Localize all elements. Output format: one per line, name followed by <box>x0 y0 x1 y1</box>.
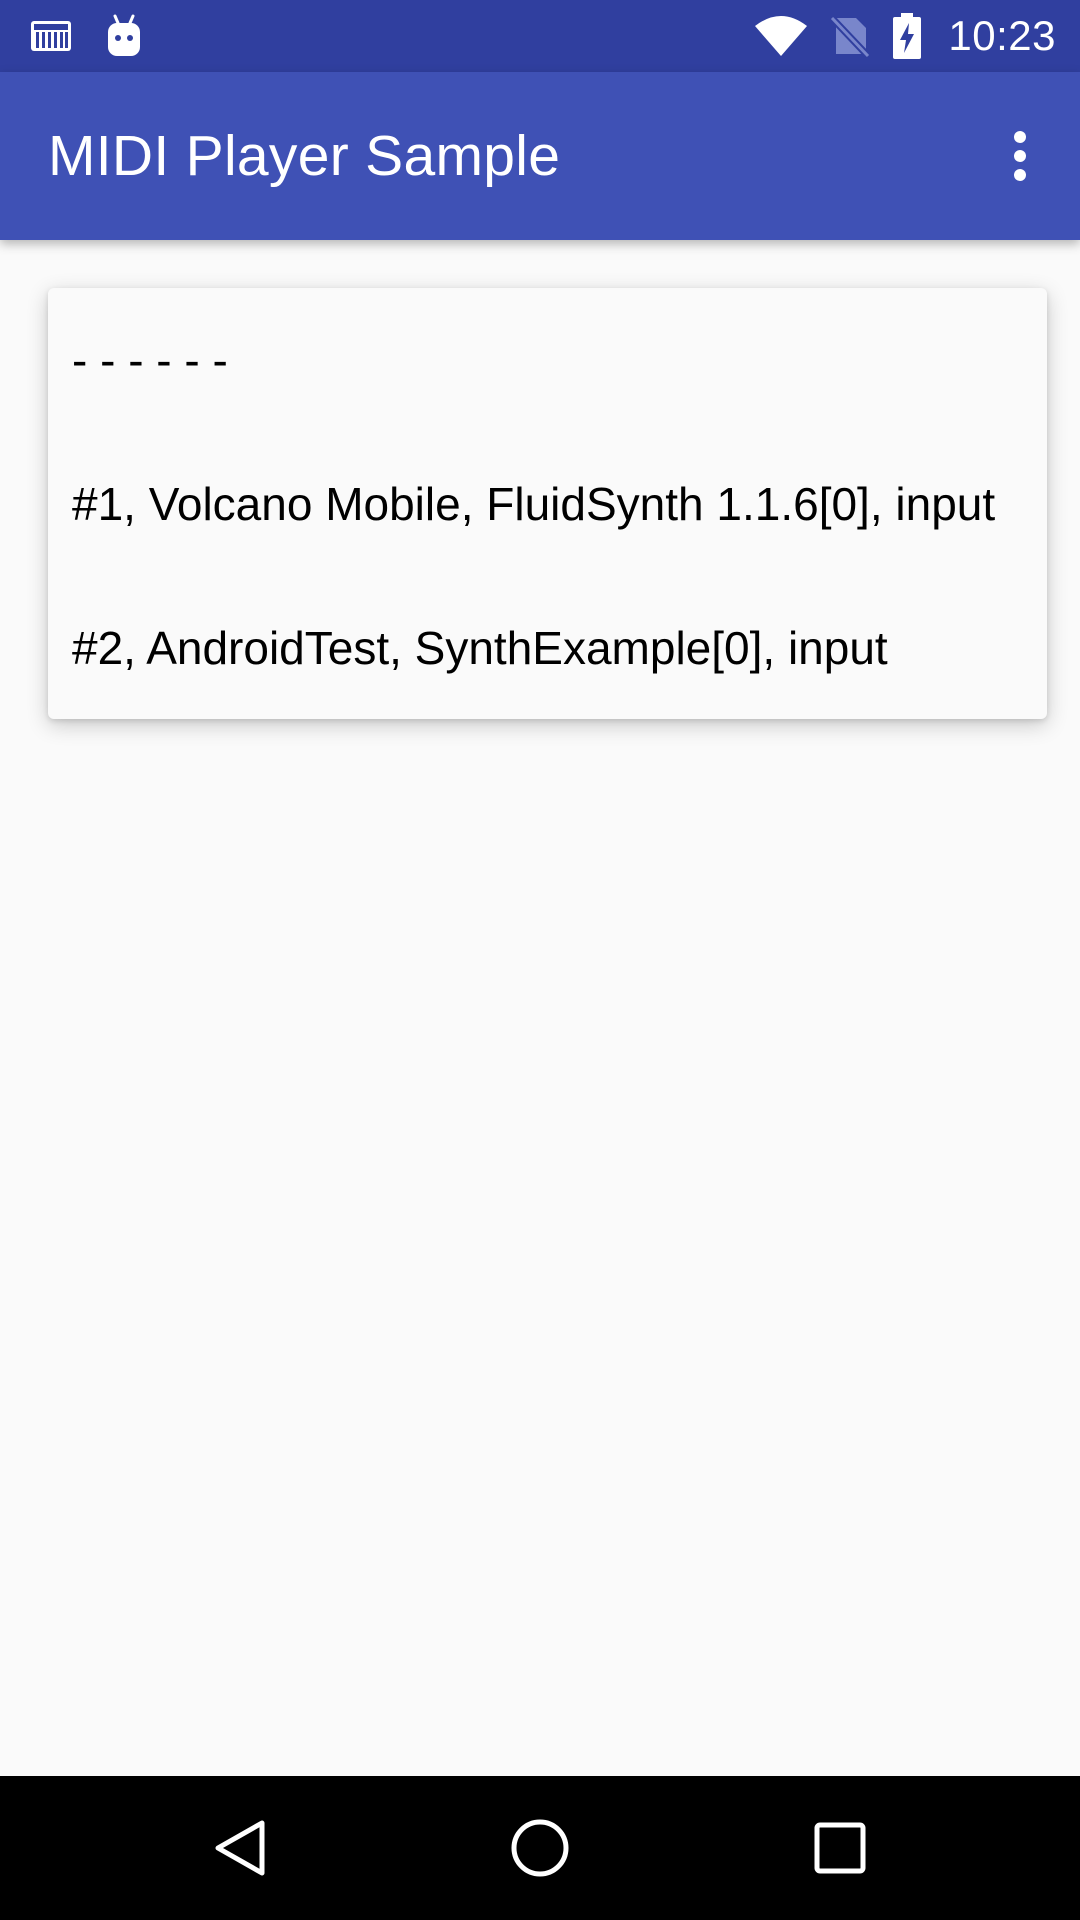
device-item-volcano-mobile[interactable]: #1, Volcano Mobile, FluidSynth 1.1.6[0],… <box>48 432 1047 576</box>
app-title: MIDI Player Sample <box>48 124 561 188</box>
back-button[interactable] <box>160 1776 320 1920</box>
device-item-label: #2, AndroidTest, SynthExample[0], input <box>72 622 888 674</box>
piano-keyboard-icon <box>30 20 72 52</box>
back-triangle-icon <box>212 1818 268 1878</box>
device-item-android-test[interactable]: #2, AndroidTest, SynthExample[0], input <box>48 576 1047 720</box>
wifi-icon <box>754 14 808 58</box>
device-item-label: #1, Volcano Mobile, FluidSynth 1.1.6[0],… <box>72 478 996 530</box>
screen: 10:23 MIDI Player Sample - - - - - - #1,… <box>0 0 1080 1920</box>
no-sim-icon <box>830 14 871 58</box>
battery-charging-icon <box>892 13 922 59</box>
status-bar-notifications <box>30 0 142 72</box>
device-item-label: - - - - - - <box>72 334 228 386</box>
status-bar-system-icons: 10:23 <box>754 0 1056 72</box>
more-vert-icon <box>1012 131 1028 181</box>
status-bar-time: 10:23 <box>948 12 1056 59</box>
recents-button[interactable] <box>760 1776 920 1920</box>
overflow-menu-button[interactable] <box>980 116 1060 196</box>
device-list-card: - - - - - - #1, Volcano Mobile, FluidSyn… <box>48 288 1047 719</box>
home-button[interactable] <box>460 1776 620 1920</box>
device-item-none[interactable]: - - - - - - <box>48 288 1047 432</box>
recents-square-icon <box>814 1822 866 1874</box>
android-debug-icon <box>106 14 142 58</box>
home-circle-icon <box>510 1818 570 1878</box>
app-bar: MIDI Player Sample <box>0 72 1080 240</box>
navigation-bar <box>0 1776 1080 1920</box>
status-bar: 10:23 <box>0 0 1080 72</box>
